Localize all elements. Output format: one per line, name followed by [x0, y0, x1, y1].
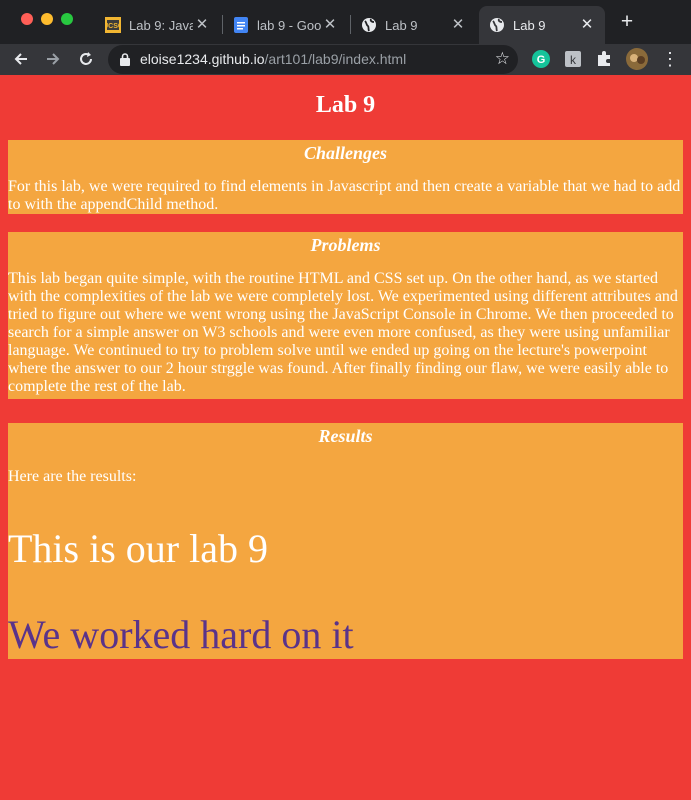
close-tab-icon[interactable]: ✕	[448, 15, 468, 35]
back-arrow-icon[interactable]	[10, 48, 32, 70]
page-title: Lab 9	[315, 92, 376, 118]
tab-lab9[interactable]: Lab 9 ✕	[361, 6, 476, 44]
tab-lab9-google-doc[interactable]: lab 9 - Goo ✕	[233, 6, 348, 44]
browser-toolbar: eloise1234.github.io/art101/lab9/index.h…	[0, 44, 691, 75]
maximize-window-button[interactable]	[61, 13, 73, 25]
forward-arrow-icon[interactable]	[42, 48, 64, 70]
url-path: /art101/lab9/index.html	[264, 51, 407, 67]
tab-lab9-active[interactable]: Lab 9 ✕	[479, 6, 605, 44]
close-window-button[interactable]	[21, 13, 33, 25]
lock-icon	[120, 53, 130, 71]
puzzle-extensions-icon[interactable]	[594, 49, 614, 69]
tab-strip: UCSC Lab 9: Java ✕ lab 9 - Goo ✕ Lab 9 ✕	[0, 0, 691, 44]
section-title: Challenges	[303, 143, 387, 163]
extension-icon[interactable]: k	[563, 49, 583, 69]
close-tab-icon[interactable]: ✕	[577, 15, 597, 35]
svg-text:UCSC: UCSC	[105, 23, 121, 30]
google-docs-icon	[233, 17, 249, 33]
close-tab-icon[interactable]: ✕	[320, 15, 340, 35]
bookmark-star-icon[interactable]: ☆	[495, 50, 510, 68]
web-page: Lab 9 Challenges For this lab, we were r…	[0, 75, 691, 800]
tab-separator	[350, 15, 351, 34]
problems-section: Problems This lab began quite simple, wi…	[8, 232, 683, 399]
section-title: Results	[318, 426, 373, 446]
tab-title: Lab 9: Java	[129, 17, 193, 33]
tab-title: Lab 9	[513, 17, 546, 33]
tab-title: lab 9 - Goo	[257, 17, 321, 33]
challenges-section: Challenges For this lab, we were require…	[8, 140, 683, 214]
minimize-window-button[interactable]	[41, 13, 53, 25]
new-tab-button[interactable]: +	[617, 11, 637, 32]
results-line-purple: We worked hard on it	[8, 612, 354, 657]
svg-text:k: k	[570, 53, 577, 67]
section-body: For this lab, we were required to find e…	[8, 178, 681, 213]
results-line-white: This is our lab 9	[8, 526, 268, 571]
globe-icon	[489, 17, 505, 33]
more-menu-icon[interactable]: ⋮	[660, 49, 680, 69]
tab-lab9-javascript[interactable]: UCSC Lab 9: Java ✕	[105, 6, 220, 44]
tab-separator	[222, 15, 223, 34]
ucsc-favicon-icon: UCSC	[105, 17, 121, 33]
results-section: Results Here are the results: This is ou…	[8, 423, 683, 659]
reload-icon[interactable]	[75, 48, 97, 70]
browser-window: UCSC Lab 9: Java ✕ lab 9 - Goo ✕ Lab 9 ✕	[0, 0, 691, 800]
svg-text:G: G	[537, 54, 546, 66]
results-intro: Here are the results:	[8, 468, 137, 485]
section-title: Problems	[310, 235, 381, 255]
globe-icon	[361, 17, 377, 33]
grammarly-extension-icon[interactable]: G	[531, 49, 551, 69]
close-tab-icon[interactable]: ✕	[192, 15, 212, 35]
section-body: This lab began quite simple, with the ro…	[8, 270, 678, 395]
url-host: eloise1234.github.io	[140, 51, 265, 67]
tab-title: Lab 9	[385, 17, 418, 33]
profile-avatar[interactable]	[626, 48, 648, 70]
address-bar[interactable]: eloise1234.github.io/art101/lab9/index.h…	[108, 45, 518, 74]
url-text: eloise1234.github.io/art101/lab9/index.h…	[140, 51, 406, 67]
